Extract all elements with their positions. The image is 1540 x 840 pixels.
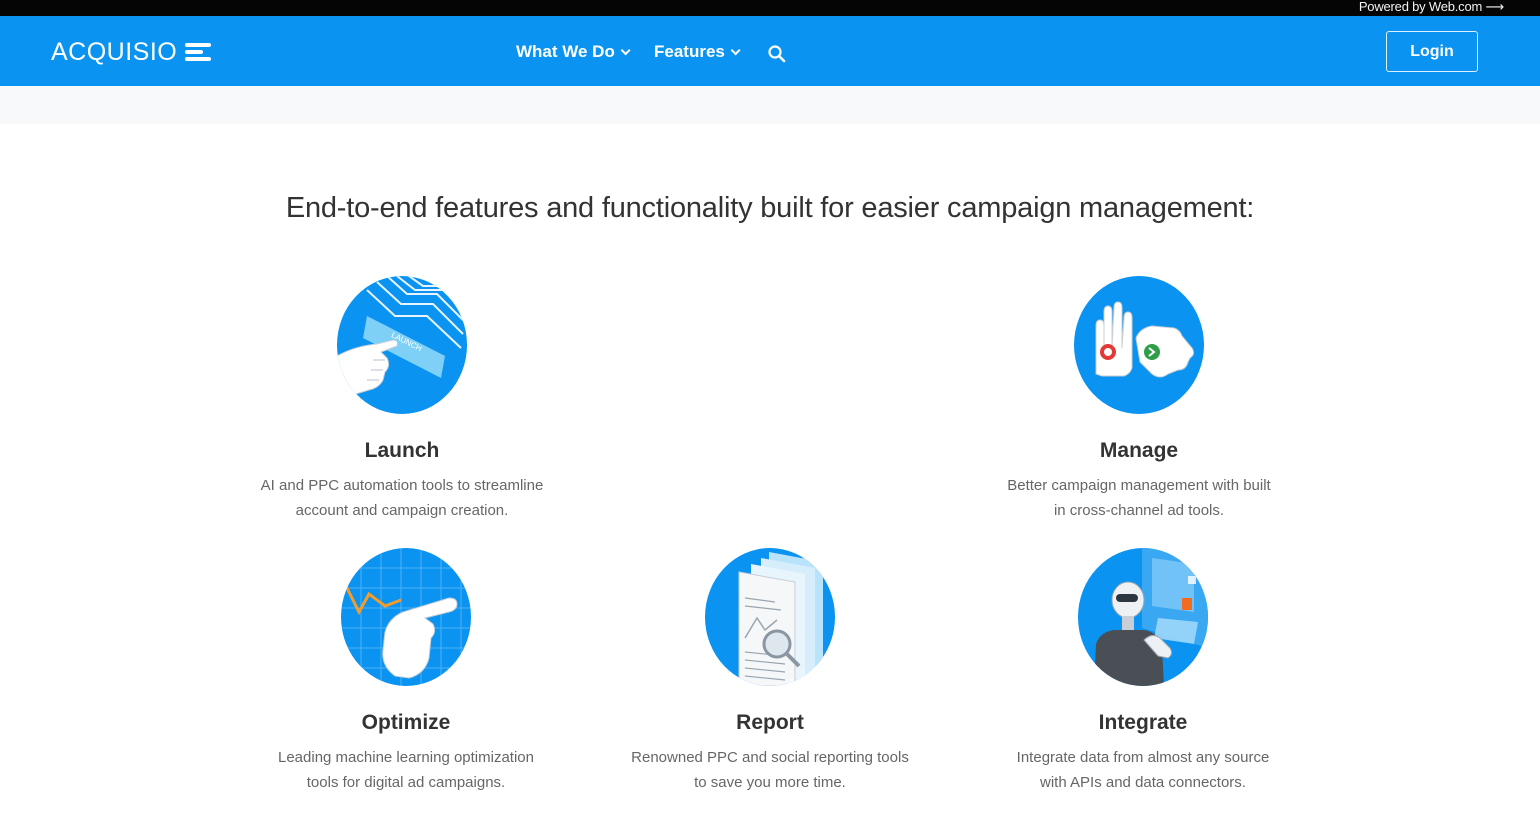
feature-launch-description: AI and PPC automation tools to streamlin… (252, 473, 552, 523)
hands-icon (1074, 276, 1204, 414)
feature-manage-description-line-2: in cross-channel ad tools. (1053, 502, 1225, 519)
search-icon (768, 45, 786, 63)
feature-report: Report Renowned PPC and social reporting… (620, 548, 920, 795)
chevron-down-icon (730, 44, 741, 55)
feature-integrate-description-line-1: Integrate data from almost any source (1016, 749, 1270, 766)
feature-launch: LAUNCH Launch AI and PPC automation tool… (252, 276, 552, 523)
feature-report-description: Renowned PPC and social reporting tools … (620, 745, 920, 795)
feature-optimize-title: Optimize (361, 711, 451, 734)
nav-features[interactable]: Features (654, 40, 741, 64)
feature-optimize-description: Leading machine learning optimization to… (256, 745, 556, 795)
feature-optimize-description-line-1: Leading machine learning optimization (278, 749, 534, 766)
pointing-hand-chart-icon (341, 548, 471, 686)
feature-launch-description-line-1: AI and PPC automation tools to streamlin… (260, 477, 544, 494)
report-magnifier-icon (705, 548, 835, 686)
main-navbar: ACQUISIO What We Do Features Login (0, 16, 1540, 86)
login-button[interactable]: Login (1386, 31, 1478, 72)
feature-optimize-description-line-2: tools for digital ad campaigns. (306, 774, 506, 791)
feature-manage: Manage Better campaign management with b… (989, 276, 1289, 523)
feature-integrate-description-line-2: with APIs and data connectors. (1040, 774, 1246, 791)
logo-bars-icon (185, 41, 212, 63)
feature-report-description-line-1: Renowned PPC and social reporting tools (631, 749, 909, 766)
powered-by-link[interactable]: Powered by Web.com ⟶ (1359, 0, 1504, 16)
feature-integrate-title: Integrate (1098, 711, 1188, 734)
nav-features-label: Features (654, 42, 725, 61)
feature-launch-title: Launch (364, 439, 440, 462)
feature-optimize: Optimize Leading machine learning optimi… (256, 548, 556, 795)
launch-icon: LAUNCH (337, 276, 467, 414)
nav-what-we-do[interactable]: What We Do (516, 40, 631, 64)
feature-integrate-description: Integrate data from almost any source wi… (993, 745, 1293, 795)
feature-manage-description-line-1: Better campaign management with built (1007, 477, 1271, 494)
page-headline: End-to-end features and functionality bu… (285, 192, 1255, 224)
acquisio-logo[interactable]: ACQUISIO (51, 38, 212, 66)
feature-launch-description-line-2: account and campaign creation. (295, 502, 509, 519)
feature-manage-title: Manage (1099, 439, 1179, 462)
logo-text: ACQUISIO (51, 38, 178, 66)
feature-report-description-line-2: to save you more time. (694, 774, 846, 791)
robot-icon (1078, 548, 1208, 686)
feature-integrate: Integrate Integrate data from almost any… (993, 548, 1293, 795)
sub-header-band (0, 86, 1540, 124)
top-bar: Powered by Web.com ⟶ (0, 0, 1540, 16)
nav-what-we-do-label: What We Do (516, 42, 615, 61)
feature-report-title: Report (736, 711, 804, 734)
feature-manage-description: Better campaign management with built in… (989, 473, 1289, 523)
search-button[interactable] (767, 44, 787, 64)
chevron-down-icon (620, 44, 631, 55)
